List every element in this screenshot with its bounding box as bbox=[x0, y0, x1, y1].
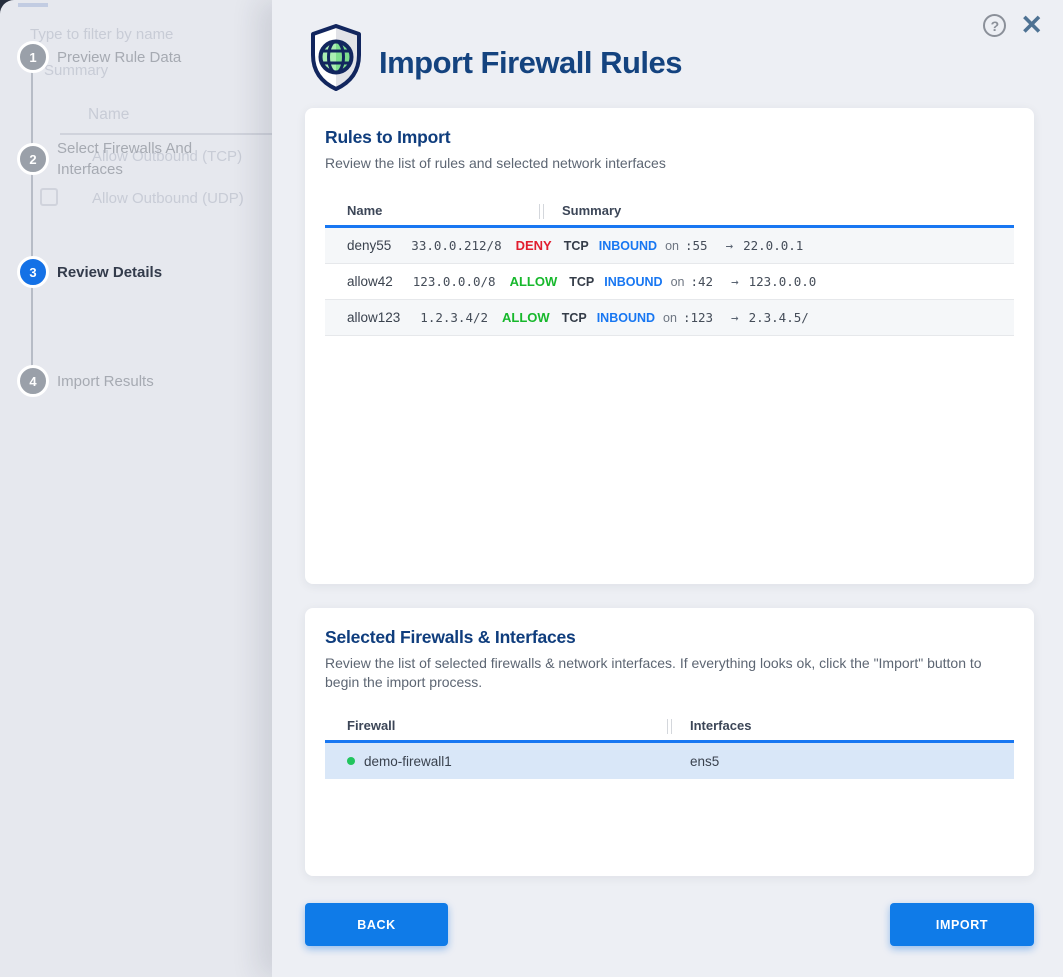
stepper-step-4[interactable]: 4 Import Results bbox=[17, 365, 154, 397]
rule-protocol: TCP bbox=[569, 275, 594, 289]
rule-name: allow42 bbox=[325, 274, 393, 289]
rule-on-label: on bbox=[671, 275, 685, 289]
rules-card-title: Rules to Import bbox=[325, 127, 1014, 148]
help-icon[interactable]: ? bbox=[983, 14, 1006, 37]
column-header-name[interactable]: Name bbox=[325, 203, 542, 218]
modal-header: Import Firewall Rules bbox=[305, 22, 682, 92]
wizard-stepper-sidebar: Type to filter by name Summary Name Allo… bbox=[0, 0, 272, 977]
rule-source: 123.0.0.0/8 bbox=[413, 274, 496, 289]
step-number-badge: 1 bbox=[17, 41, 49, 73]
firewalls-card-title: Selected Firewalls & Interfaces bbox=[325, 627, 1014, 648]
step-number-badge: 2 bbox=[17, 143, 49, 175]
column-header-firewall[interactable]: Firewall bbox=[325, 718, 670, 733]
step-label: Import Results bbox=[57, 371, 154, 392]
ghost-name-label: Name bbox=[88, 106, 129, 124]
page-title: Import Firewall Rules bbox=[379, 45, 682, 81]
stepper-connector-line bbox=[31, 57, 33, 381]
column-resize-handle[interactable] bbox=[539, 204, 544, 219]
arrow-icon: → bbox=[731, 274, 739, 289]
selected-firewalls-card: Selected Firewalls & Interfaces Review t… bbox=[305, 608, 1034, 876]
rule-summary: 123.0.0.0/8 ALLOW TCP INBOUND on :42 → 123.0.0.… bbox=[393, 274, 1014, 289]
rule-destination: 2.3.4.5/ bbox=[749, 310, 809, 325]
table-row[interactable]: demo-firewall1 ens5 bbox=[325, 743, 1014, 779]
rules-table: Name Summary deny55 33.0.0.212/8 DENY TCP IN… bbox=[325, 195, 1014, 336]
rule-destination: 123.0.0.0 bbox=[749, 274, 817, 289]
rule-direction: INBOUND bbox=[599, 239, 657, 253]
import-button[interactable]: IMPORT bbox=[890, 903, 1034, 946]
status-dot bbox=[347, 757, 355, 765]
rule-port: :55 bbox=[685, 238, 708, 253]
close-icon[interactable]: ✕ bbox=[1020, 12, 1043, 39]
arrow-icon: → bbox=[731, 310, 739, 325]
step-label: Review Details bbox=[57, 262, 162, 283]
arrow-icon: → bbox=[726, 238, 734, 253]
firewall-interfaces: ens5 bbox=[670, 754, 1014, 769]
firewall-name: demo-firewall1 bbox=[364, 754, 452, 769]
firewalls-table-header: Firewall Interfaces bbox=[325, 710, 1014, 743]
stepper-step-1[interactable]: 1 Preview Rule Data bbox=[17, 41, 181, 73]
rule-on-label: on bbox=[665, 239, 679, 253]
rule-direction: INBOUND bbox=[597, 311, 655, 325]
rule-summary: 1.2.3.4/2 ALLOW TCP INBOUND on :123 → 2.3.4.5/ bbox=[400, 310, 1014, 325]
table-row[interactable]: allow42123.0.0.0/8ALLOWTCPINBOUNDon:42→1… bbox=[325, 264, 1014, 300]
table-row[interactable]: deny55 33.0.0.212/8 DENY TCP INBOUND on :55 → 22… bbox=[325, 228, 1014, 264]
rule-action: DENY bbox=[516, 238, 552, 253]
column-resize-handle[interactable] bbox=[667, 719, 672, 734]
column-header-summary[interactable]: Summary bbox=[542, 203, 1014, 218]
ghost-divider bbox=[60, 133, 272, 135]
stepper-step-2[interactable]: 2Select Firewalls And Interfaces bbox=[17, 138, 235, 180]
firewall-name-cell: demo-firewall1 bbox=[325, 754, 670, 769]
firewalls-card-subtitle: Review the list of selected firewalls & … bbox=[325, 654, 1014, 692]
shield-globe-logo bbox=[305, 22, 367, 92]
rule-summary: 33.0.0.212/8 DENY TCP INBOUND on :55 → 22.0.0.1 bbox=[391, 238, 1014, 253]
rules-table-header: Name Summary bbox=[325, 195, 1014, 228]
rule-source: 1.2.3.4/2 bbox=[420, 310, 488, 325]
rule-action: ALLOW bbox=[502, 310, 550, 325]
rule-on-label: on bbox=[663, 311, 677, 325]
rule-protocol: TCP bbox=[564, 239, 589, 253]
rule-port: :123 bbox=[683, 310, 713, 325]
step-label: Select Firewalls And Interfaces bbox=[57, 138, 235, 180]
rules-card-subtitle: Review the list of rules and selected ne… bbox=[325, 154, 1014, 173]
ghost-rule-udp: Allow Outbound (UDP) bbox=[92, 190, 244, 207]
import-firewall-rules-modal: Type to filter by name Summary Name Allo… bbox=[0, 0, 1063, 977]
rule-protocol: TCP bbox=[562, 311, 587, 325]
rule-direction: INBOUND bbox=[604, 275, 662, 289]
rule-port: :42 bbox=[690, 274, 713, 289]
firewalls-table: Firewall Interfaces demo-firewall1 ens5 bbox=[325, 710, 1014, 779]
modal-main-panel: ? ✕ Import Firewall Rules Rules to Impor… bbox=[272, 0, 1063, 977]
ghost-checkbox bbox=[40, 188, 58, 206]
rule-name: allow123 bbox=[325, 310, 400, 325]
step-number-badge: 4 bbox=[17, 365, 49, 397]
rule-source: 33.0.0.212/8 bbox=[411, 238, 501, 253]
rule-action: ALLOW bbox=[510, 274, 558, 289]
stepper-step-3[interactable]: 3 Review Details bbox=[17, 256, 162, 288]
ghost-underline bbox=[18, 3, 48, 7]
table-row[interactable]: allow123 1.2.3.4/2 ALLOW TCP INBOUND on :123 → 2… bbox=[325, 300, 1014, 336]
back-button[interactable]: BACK bbox=[305, 903, 448, 946]
rule-destination: 22.0.0.1 bbox=[743, 238, 803, 253]
rule-name: deny55 bbox=[325, 238, 391, 253]
step-number-badge: 3 bbox=[17, 256, 49, 288]
step-label: Preview Rule Data bbox=[57, 47, 181, 68]
column-header-interfaces[interactable]: Interfaces bbox=[670, 718, 1014, 733]
rules-to-import-card: Rules to Import Review the list of rules… bbox=[305, 108, 1034, 584]
